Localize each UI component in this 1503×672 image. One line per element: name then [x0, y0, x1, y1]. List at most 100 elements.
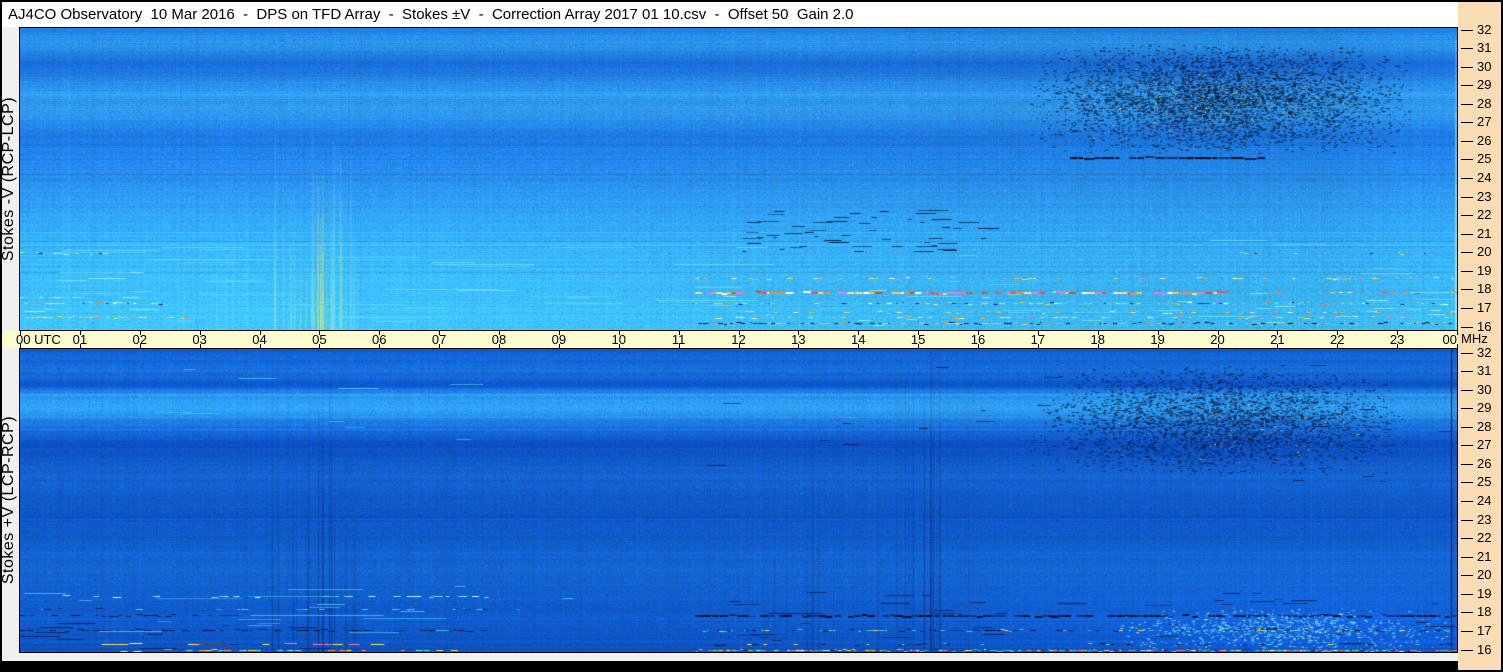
- freq-tick-20-top: 20: [1458, 245, 1501, 259]
- freq-tick-dash: [1461, 29, 1473, 31]
- freq-label: 30: [1477, 381, 1492, 397]
- freq-tick-30-top: 30: [1458, 58, 1501, 74]
- freq-tick-dash: [1461, 252, 1473, 254]
- time-label-18: 18: [1090, 332, 1105, 347]
- freq-tick-24-top: 24: [1458, 171, 1501, 185]
- freq-tick-25-bottom: 25: [1458, 475, 1501, 489]
- freq-tick-17-bottom: 17: [1458, 622, 1501, 638]
- time-label-05: 05: [312, 332, 327, 347]
- freq-tick-16-top: 16: [1458, 318, 1501, 334]
- freq-label: 19: [1477, 585, 1492, 601]
- freq-tick-dash: [1461, 196, 1473, 198]
- freq-tick-dash: [1461, 501, 1473, 502]
- freq-tick-dash: [1461, 66, 1473, 68]
- freq-tick-dash: [1461, 408, 1473, 410]
- freq-tick-31-bottom: 31: [1458, 364, 1501, 378]
- freq-label: 22: [1477, 530, 1492, 546]
- freq-tick-27-bottom: 27: [1458, 438, 1501, 452]
- freq-tick-18-bottom: 18: [1458, 605, 1501, 619]
- side-label-stokes-plus-v: Stokes +V (LCP-RCP): [0, 415, 17, 585]
- spectrogram-top-canvas: [20, 28, 1457, 330]
- time-label-08: 08: [491, 332, 507, 347]
- freq-tick-29-top: 29: [1458, 78, 1501, 92]
- freq-label: 21: [1477, 548, 1492, 564]
- freq-tick-dash: [1461, 389, 1473, 391]
- freq-label: 28: [1477, 95, 1492, 111]
- freq-tick-25-top: 25: [1458, 152, 1501, 166]
- frequency-scale-column: MHz 32 31 30 29 28 27 26 25 24 23 22 21 20 19 18 17 16 32…: [1458, 2, 1501, 670]
- freq-tick-dash: [1461, 371, 1473, 373]
- freq-label: 16: [1477, 318, 1492, 334]
- freq-tick-dash: [1461, 85, 1473, 87]
- freq-tick-19-bottom: 19: [1458, 585, 1501, 601]
- freq-tick-17-top: 17: [1458, 299, 1501, 315]
- time-label-00-UTC: 00 UTC: [16, 332, 61, 347]
- freq-tick-dash: [1461, 326, 1473, 328]
- freq-label: 26: [1477, 132, 1492, 148]
- spectrogram-panel-top: [19, 27, 1458, 331]
- freq-label: 22: [1477, 207, 1492, 223]
- freq-label: 25: [1477, 151, 1492, 167]
- freq-tick-dash: [1461, 48, 1473, 50]
- freq-tick-31-top: 31: [1458, 41, 1501, 55]
- freq-label: 29: [1477, 77, 1492, 93]
- time-label-17: 17: [1030, 332, 1046, 347]
- time-label-04: 04: [252, 332, 267, 347]
- freq-label: 17: [1477, 299, 1492, 315]
- time-label-21: 21: [1270, 332, 1285, 347]
- freq-label: 31: [1477, 363, 1492, 379]
- freq-label: 27: [1477, 437, 1492, 453]
- freq-tick-dash: [1461, 122, 1473, 124]
- freq-label: 20: [1477, 567, 1492, 583]
- freq-tick-dash: [1461, 159, 1473, 161]
- freq-tick-26-bottom: 26: [1458, 455, 1501, 471]
- freq-tick-dash: [1461, 289, 1473, 291]
- freq-label: 17: [1477, 622, 1492, 638]
- freq-label: 27: [1477, 114, 1492, 130]
- freq-label: 30: [1477, 58, 1492, 74]
- spectrogram-bottom-canvas: [20, 349, 1457, 652]
- freq-label: 32: [1477, 21, 1492, 37]
- time-label-06: 06: [372, 332, 387, 347]
- time-label-15: 15: [910, 332, 926, 347]
- freq-label: 24: [1477, 170, 1492, 185]
- freq-tick-20-bottom: 20: [1458, 568, 1501, 582]
- time-label-00: 00: [1442, 332, 1457, 347]
- time-label-20: 20: [1210, 332, 1225, 347]
- time-label-13: 13: [791, 332, 806, 347]
- freq-tick-19-top: 19: [1458, 262, 1501, 278]
- freq-label: 18: [1477, 281, 1492, 297]
- freq-tick-dash: [1461, 519, 1473, 521]
- freq-label: 32: [1477, 344, 1492, 360]
- freq-tick-32-bottom: 32: [1458, 344, 1501, 360]
- freq-tick-dash: [1461, 270, 1473, 272]
- time-label-14: 14: [851, 332, 866, 347]
- time-label-11: 11: [671, 332, 686, 347]
- time-label-19: 19: [1150, 332, 1165, 347]
- freq-label: 28: [1477, 418, 1492, 434]
- time-label-12: 12: [731, 332, 746, 347]
- spectrogram-panel-bottom: [19, 348, 1458, 653]
- app-window: AJ4CO Observatory 10 Mar 2016 - DPS on T…: [0, 0, 1503, 672]
- freq-tick-dash: [1461, 556, 1473, 558]
- freq-tick-26-top: 26: [1458, 132, 1501, 148]
- freq-tick-30-bottom: 30: [1458, 381, 1501, 397]
- freq-tick-27-top: 27: [1458, 115, 1501, 129]
- freq-label: 19: [1477, 262, 1492, 278]
- window-title: AJ4CO Observatory 10 Mar 2016 - DPS on T…: [8, 6, 854, 23]
- time-label-03: 03: [192, 332, 207, 347]
- frequency-unit-label: MHz: [1461, 331, 1488, 346]
- freq-tick-dash: [1461, 233, 1473, 235]
- freq-tick-dash: [1461, 426, 1473, 428]
- freq-tick-dash: [1461, 178, 1473, 179]
- freq-label: 16: [1477, 641, 1492, 657]
- freq-tick-23-top: 23: [1458, 189, 1501, 204]
- freq-tick-dash: [1461, 630, 1473, 632]
- freq-tick-dash: [1461, 463, 1473, 465]
- freq-label: 26: [1477, 455, 1492, 471]
- freq-label: 20: [1477, 244, 1492, 260]
- freq-tick-dash: [1461, 649, 1473, 651]
- freq-tick-dash: [1461, 538, 1473, 540]
- freq-tick-24-bottom: 24: [1458, 494, 1501, 508]
- side-label-stokes-minus-v: Stokes -V (RCP-LCP): [0, 96, 17, 262]
